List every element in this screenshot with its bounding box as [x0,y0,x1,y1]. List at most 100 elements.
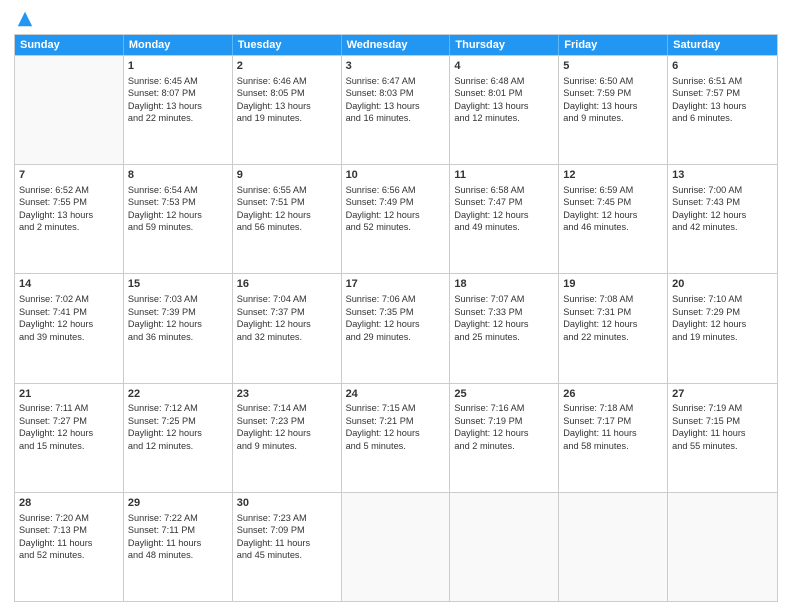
calendar-day-17: 17 Sunrise: 7:06 AM Sunset: 7:35 PM Dayli… [342,274,451,382]
calendar-day-27: 27Sunrise: 7:19 AM Sunset: 7:15 PM Dayli… [668,384,777,492]
day-number: 26 [563,387,663,402]
calendar-day-15: 15 Sunrise: 7:03 AM Sunset: 7:39 PM Dayli… [124,274,233,382]
day-info: Sunrise: 7:19 AM Sunset: 7:15 PM Dayligh… [672,403,745,450]
day-info: Sunrise: 7:11 AM Sunset: 7:27 PM Dayligh… [19,403,93,450]
calendar-day-22: 22Sunrise: 7:12 AM Sunset: 7:25 PM Dayli… [124,384,233,492]
logo-text [14,10,34,28]
day-number: 15 [128,277,228,292]
calendar-week-4: 21Sunrise: 7:11 AM Sunset: 7:27 PM Dayli… [15,383,777,492]
day-number: 9 [237,168,337,183]
day-number: 3 [346,59,446,74]
calendar-day-14: 14 Sunrise: 7:02 AM Sunset: 7:41 PM Dayli… [15,274,124,382]
day-info: Sunrise: 6:47 AM Sunset: 8:03 PM Dayligh… [346,76,420,123]
logo [14,10,34,28]
day-info: Sunrise: 7:03 AM Sunset: 7:39 PM Dayligh… [128,294,202,341]
weekday-header-thursday: Thursday [450,35,559,55]
calendar-day-5: 5Sunrise: 6:50 AM Sunset: 7:59 PM Daylig… [559,56,668,164]
weekday-header-friday: Friday [559,35,668,55]
day-info: Sunrise: 7:16 AM Sunset: 7:19 PM Dayligh… [454,403,528,450]
day-number: 17 [346,277,446,292]
calendar-week-3: 14 Sunrise: 7:02 AM Sunset: 7:41 PM Dayli… [15,273,777,382]
day-number: 5 [563,59,663,74]
day-number: 27 [672,387,773,402]
calendar: SundayMondayTuesdayWednesdayThursdayFrid… [14,34,778,602]
calendar-day-10: 10 Sunrise: 6:56 AM Sunset: 7:49 PM Dayli… [342,165,451,273]
day-info: Sunrise: 6:54 AM Sunset: 7:53 PM Dayligh… [128,185,202,232]
calendar-day-21: 21Sunrise: 7:11 AM Sunset: 7:27 PM Dayli… [15,384,124,492]
main-container: SundayMondayTuesdayWednesdayThursdayFrid… [0,0,792,612]
calendar-day-empty [15,56,124,164]
day-info: Sunrise: 7:00 AM Sunset: 7:43 PM Dayligh… [672,185,746,232]
day-info: Sunrise: 7:12 AM Sunset: 7:25 PM Dayligh… [128,403,202,450]
day-info: Sunrise: 7:02 AM Sunset: 7:41 PM Dayligh… [19,294,93,341]
day-number: 18 [454,277,554,292]
day-number: 23 [237,387,337,402]
day-number: 12 [563,168,663,183]
weekday-header-wednesday: Wednesday [342,35,451,55]
day-number: 30 [237,496,337,511]
calendar-day-24: 24Sunrise: 7:15 AM Sunset: 7:21 PM Dayli… [342,384,451,492]
day-info: Sunrise: 6:45 AM Sunset: 8:07 PM Dayligh… [128,76,202,123]
calendar-day-16: 16Sunrise: 7:04 AM Sunset: 7:37 PM Dayli… [233,274,342,382]
calendar-week-5: 28 Sunrise: 7:20 AM Sunset: 7:13 PM Dayli… [15,492,777,601]
weekday-header-sunday: Sunday [15,35,124,55]
day-info: Sunrise: 6:56 AM Sunset: 7:49 PM Dayligh… [346,185,420,232]
day-number: 13 [672,168,773,183]
day-info: Sunrise: 6:48 AM Sunset: 8:01 PM Dayligh… [454,76,528,123]
day-info: Sunrise: 7:10 AM Sunset: 7:29 PM Dayligh… [672,294,746,341]
day-number: 25 [454,387,554,402]
day-info: Sunrise: 7:07 AM Sunset: 7:33 PM Dayligh… [454,294,528,341]
day-info: Sunrise: 7:06 AM Sunset: 7:35 PM Dayligh… [346,294,420,341]
day-info: Sunrise: 6:59 AM Sunset: 7:45 PM Dayligh… [563,185,637,232]
calendar-day-8: 8Sunrise: 6:54 AM Sunset: 7:53 PM Daylig… [124,165,233,273]
day-info: Sunrise: 6:55 AM Sunset: 7:51 PM Dayligh… [237,185,311,232]
day-number: 11 [454,168,554,183]
day-number: 22 [128,387,228,402]
calendar-day-12: 12 Sunrise: 6:59 AM Sunset: 7:45 PM Dayli… [559,165,668,273]
calendar-body: 1 Sunrise: 6:45 AM Sunset: 8:07 PM Daylig… [15,55,777,601]
day-number: 28 [19,496,119,511]
day-number: 1 [128,59,228,74]
calendar-day-30: 30Sunrise: 7:23 AM Sunset: 7:09 PM Dayli… [233,493,342,601]
day-info: Sunrise: 7:08 AM Sunset: 7:31 PM Dayligh… [563,294,637,341]
calendar-day-7: 7 Sunrise: 6:52 AM Sunset: 7:55 PM Daylig… [15,165,124,273]
day-info: Sunrise: 7:04 AM Sunset: 7:37 PM Dayligh… [237,294,311,341]
day-number: 4 [454,59,554,74]
day-number: 2 [237,59,337,74]
day-info: Sunrise: 7:22 AM Sunset: 7:11 PM Dayligh… [128,513,201,560]
calendar-day-19: 19 Sunrise: 7:08 AM Sunset: 7:31 PM Dayli… [559,274,668,382]
weekday-header-monday: Monday [124,35,233,55]
day-number: 7 [19,168,119,183]
calendar-day-empty [450,493,559,601]
calendar-day-23: 23Sunrise: 7:14 AM Sunset: 7:23 PM Dayli… [233,384,342,492]
calendar-day-26: 26Sunrise: 7:18 AM Sunset: 7:17 PM Dayli… [559,384,668,492]
calendar-day-18: 18 Sunrise: 7:07 AM Sunset: 7:33 PM Dayli… [450,274,559,382]
calendar-day-29: 29 Sunrise: 7:22 AM Sunset: 7:11 PM Dayli… [124,493,233,601]
calendar-day-13: 13 Sunrise: 7:00 AM Sunset: 7:43 PM Dayli… [668,165,777,273]
day-number: 14 [19,277,119,292]
day-info: Sunrise: 6:58 AM Sunset: 7:47 PM Dayligh… [454,185,528,232]
calendar-day-empty [559,493,668,601]
day-info: Sunrise: 7:15 AM Sunset: 7:21 PM Dayligh… [346,403,420,450]
day-info: Sunrise: 7:18 AM Sunset: 7:17 PM Dayligh… [563,403,636,450]
day-number: 19 [563,277,663,292]
day-info: Sunrise: 7:20 AM Sunset: 7:13 PM Dayligh… [19,513,92,560]
calendar-day-empty [668,493,777,601]
calendar-week-2: 7 Sunrise: 6:52 AM Sunset: 7:55 PM Daylig… [15,164,777,273]
weekday-header-tuesday: Tuesday [233,35,342,55]
logo-icon [16,10,34,28]
calendar-day-25: 25Sunrise: 7:16 AM Sunset: 7:19 PM Dayli… [450,384,559,492]
calendar-day-11: 11 Sunrise: 6:58 AM Sunset: 7:47 PM Dayli… [450,165,559,273]
day-info: Sunrise: 6:52 AM Sunset: 7:55 PM Dayligh… [19,185,93,232]
day-number: 29 [128,496,228,511]
day-number: 10 [346,168,446,183]
calendar-day-9: 9 Sunrise: 6:55 AM Sunset: 7:51 PM Daylig… [233,165,342,273]
calendar-header: SundayMondayTuesdayWednesdayThursdayFrid… [15,35,777,55]
calendar-day-28: 28 Sunrise: 7:20 AM Sunset: 7:13 PM Dayli… [15,493,124,601]
day-number: 20 [672,277,773,292]
day-info: Sunrise: 7:14 AM Sunset: 7:23 PM Dayligh… [237,403,311,450]
day-info: Sunrise: 6:51 AM Sunset: 7:57 PM Dayligh… [672,76,746,123]
calendar-day-6: 6 Sunrise: 6:51 AM Sunset: 7:57 PM Daylig… [668,56,777,164]
calendar-day-2: 2Sunrise: 6:46 AM Sunset: 8:05 PM Daylig… [233,56,342,164]
day-number: 6 [672,59,773,74]
